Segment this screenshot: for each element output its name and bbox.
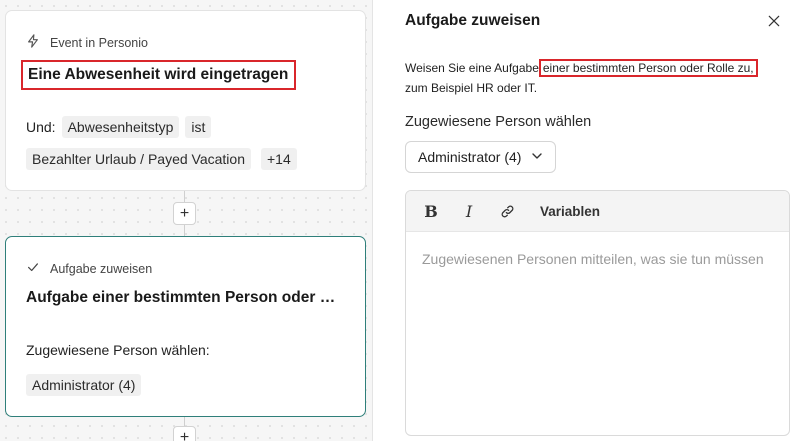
action-card[interactable]: Aufgabe zuweisen Aufgabe einer bestimmte… [5, 236, 366, 417]
add-step-button-bottom[interactable]: + [173, 426, 196, 441]
link-icon[interactable] [498, 201, 516, 221]
action-card-header-label: Aufgabe zuweisen [50, 261, 153, 276]
trigger-card-header-label: Event in Personio [50, 35, 148, 50]
condition-more-tag[interactable]: +14 [260, 148, 297, 170]
trigger-card[interactable]: Event in Personio Eine Abwesenheit wird … [5, 10, 366, 191]
action-field-value-tag: Administrator (4) [26, 374, 142, 396]
condition-value-tag: Bezahlter Urlaub / Payed Vacation [26, 148, 251, 170]
action-card-header: Aufgabe zuweisen [26, 260, 152, 277]
workflow-canvas: Event in Personio Eine Abwesenheit wird … [0, 0, 373, 441]
assignee-select-value: Administrator (4) [418, 149, 522, 165]
italic-button[interactable]: I [460, 201, 478, 221]
assignee-select[interactable]: Administrator (4) [405, 141, 557, 173]
trigger-value-row: Bezahlter Urlaub / Payed Vacation +14 [26, 148, 297, 170]
assignee-label: Zugewiesene Person wählen [405, 114, 592, 130]
description-highlight: einer bestimmten Person oder Rolle zu, [538, 59, 758, 77]
check-icon [26, 260, 40, 277]
description-text: Weisen Sie eine Aufgabe [405, 61, 539, 75]
condition-field-tag: Abwesenheitstyp [61, 116, 180, 138]
condition-prefix: Und: [26, 119, 56, 135]
editor-toolbar: B I Variablen [406, 191, 789, 232]
panel-title: Aufgabe zuweisen [405, 12, 541, 29]
bold-button[interactable]: B [422, 201, 440, 221]
action-field-label-row: Zugewiesene Person wählen: [26, 342, 210, 358]
description-text-continued: zum Beispiel HR oder IT. [405, 81, 538, 95]
action-field-value-row: Administrator (4) [26, 374, 142, 396]
panel-description: Weisen Sie eine Aufgabe einer bestimmten … [405, 58, 785, 98]
add-step-button[interactable]: + [173, 202, 196, 225]
trigger-card-title: Eine Abwesenheit wird eingetragen [21, 60, 296, 90]
condition-operator-tag: ist [185, 116, 212, 138]
trigger-condition-row: Und: Abwesenheitstyp ist [26, 116, 212, 138]
message-editor-input[interactable]: Zugewiesenen Personen mitteilen, was sie… [406, 232, 789, 286]
lightning-icon [26, 34, 40, 51]
assign-task-panel: Aufgabe zuweisen Weisen Sie eine Aufgabe… [374, 0, 795, 441]
message-editor: B I Variablen Zugewiesenen Personen mitt… [405, 190, 790, 436]
chevron-down-icon [531, 149, 543, 165]
close-icon[interactable] [766, 13, 782, 29]
action-field-label: Zugewiesene Person wählen: [26, 342, 210, 358]
trigger-card-header: Event in Personio [26, 34, 148, 51]
action-card-title: Aufgabe einer bestimmten Person oder Rol… [26, 289, 346, 306]
variables-button[interactable]: Variablen [540, 201, 600, 221]
